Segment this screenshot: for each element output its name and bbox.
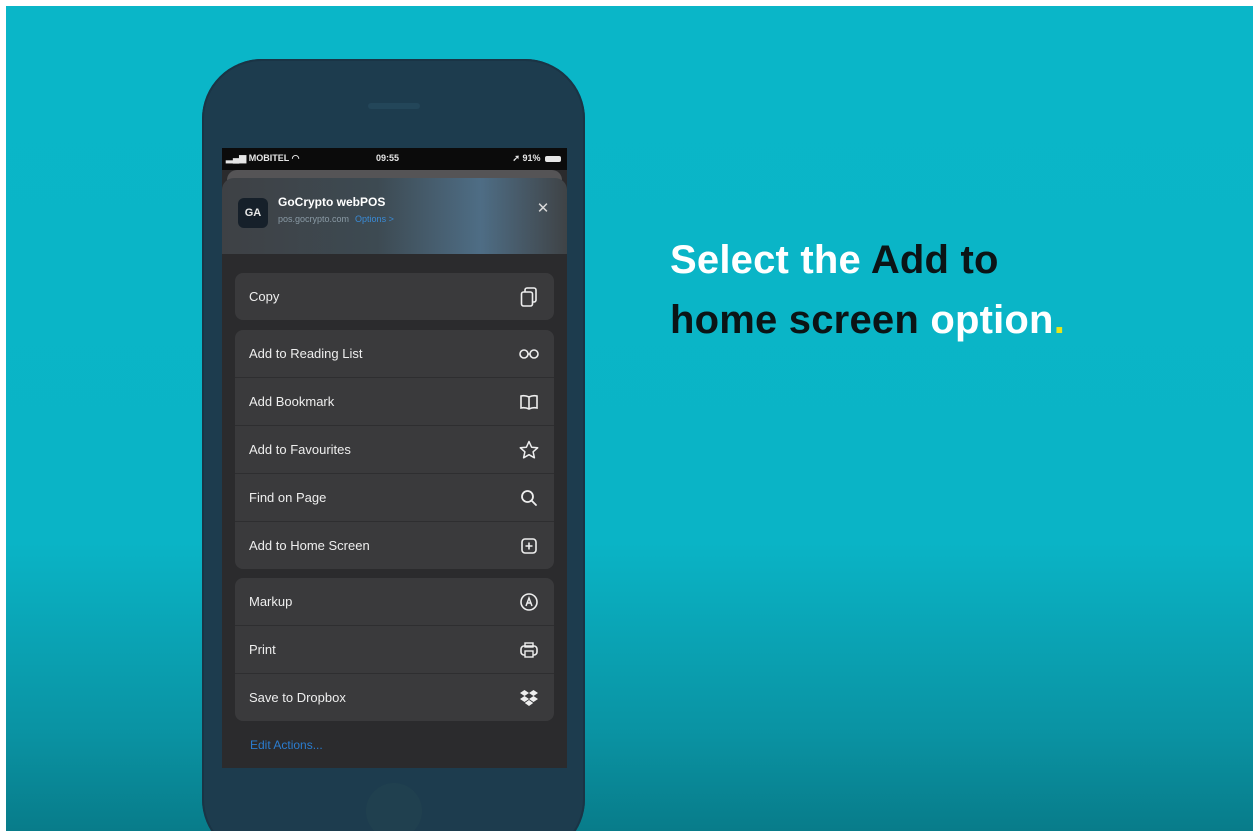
menu-group-copy: Copy <box>235 273 554 320</box>
plus-square-icon <box>518 535 540 557</box>
headline-line-1: Select the Add to <box>670 238 999 282</box>
app-subtitle: pos.gocrypto.com Options > <box>278 214 394 224</box>
status-time: 09:55 <box>376 153 400 163</box>
search-icon <box>518 487 540 509</box>
star-icon <box>518 439 540 461</box>
menu-item-markup[interactable]: Markup <box>235 578 554 626</box>
menu-item-add-to-reading-list[interactable]: Add to Reading List <box>235 330 554 378</box>
menu-item-add-to-favourites[interactable]: Add to Favourites <box>235 426 554 474</box>
dropbox-icon <box>518 687 540 709</box>
close-button[interactable]: ✕ <box>534 200 552 218</box>
phone-speaker <box>368 103 420 109</box>
printer-icon <box>518 639 540 661</box>
menu-item-add-bookmark[interactable]: Add Bookmark <box>235 378 554 426</box>
menu-item-copy[interactable]: Copy <box>235 273 554 320</box>
edit-actions-link[interactable]: Edit Actions... <box>250 738 323 752</box>
phone-mockup: ▂▄▆ MOBITEL ◠ 09:55 ➚ 91% GA GoCrypto we… <box>202 59 585 831</box>
carrier-label: ▂▄▆ MOBITEL ◠ <box>226 153 300 163</box>
menu-item-find-on-page[interactable]: Find on Page <box>235 474 554 522</box>
options-link[interactable]: Options > <box>355 214 394 224</box>
app-icon: GA <box>238 198 268 228</box>
app-url: pos.gocrypto.com <box>278 214 350 224</box>
battery-indicator: ➚ 91% <box>512 153 561 164</box>
phone-screen: ▂▄▆ MOBITEL ◠ 09:55 ➚ 91% GA GoCrypto we… <box>222 148 567 768</box>
share-sheet-header: GA GoCrypto webPOS pos.gocrypto.com Optio… <box>222 178 567 254</box>
wifi-icon: ◠ <box>291 153 300 163</box>
menu-group-extensions: Markup Print Save to Dropbox <box>235 578 554 721</box>
instruction-headline: Select the Add to home screen option. <box>670 230 1065 350</box>
signal-icon: ▂▄▆ <box>226 153 247 163</box>
menu-item-save-to-dropbox[interactable]: Save to Dropbox <box>235 674 554 721</box>
menu-item-add-to-home-screen[interactable]: Add to Home Screen <box>235 522 554 569</box>
headline-line-2: home screen option. <box>670 298 1066 342</box>
book-icon <box>518 391 540 413</box>
app-title: GoCrypto webPOS <box>278 195 386 209</box>
home-button[interactable] <box>366 783 422 831</box>
video-frame: ▂▄▆ MOBITEL ◠ 09:55 ➚ 91% GA GoCrypto we… <box>6 6 1253 831</box>
copy-icon <box>518 286 540 308</box>
status-bar: ▂▄▆ MOBITEL ◠ 09:55 ➚ 91% <box>222 148 567 170</box>
markup-icon <box>518 591 540 613</box>
menu-group-page: Add to Reading List Add Bookmark Add to … <box>235 330 554 569</box>
glasses-icon <box>518 343 540 365</box>
location-icon: ➚ <box>512 153 520 163</box>
menu-item-print[interactable]: Print <box>235 626 554 674</box>
battery-icon <box>545 155 561 162</box>
